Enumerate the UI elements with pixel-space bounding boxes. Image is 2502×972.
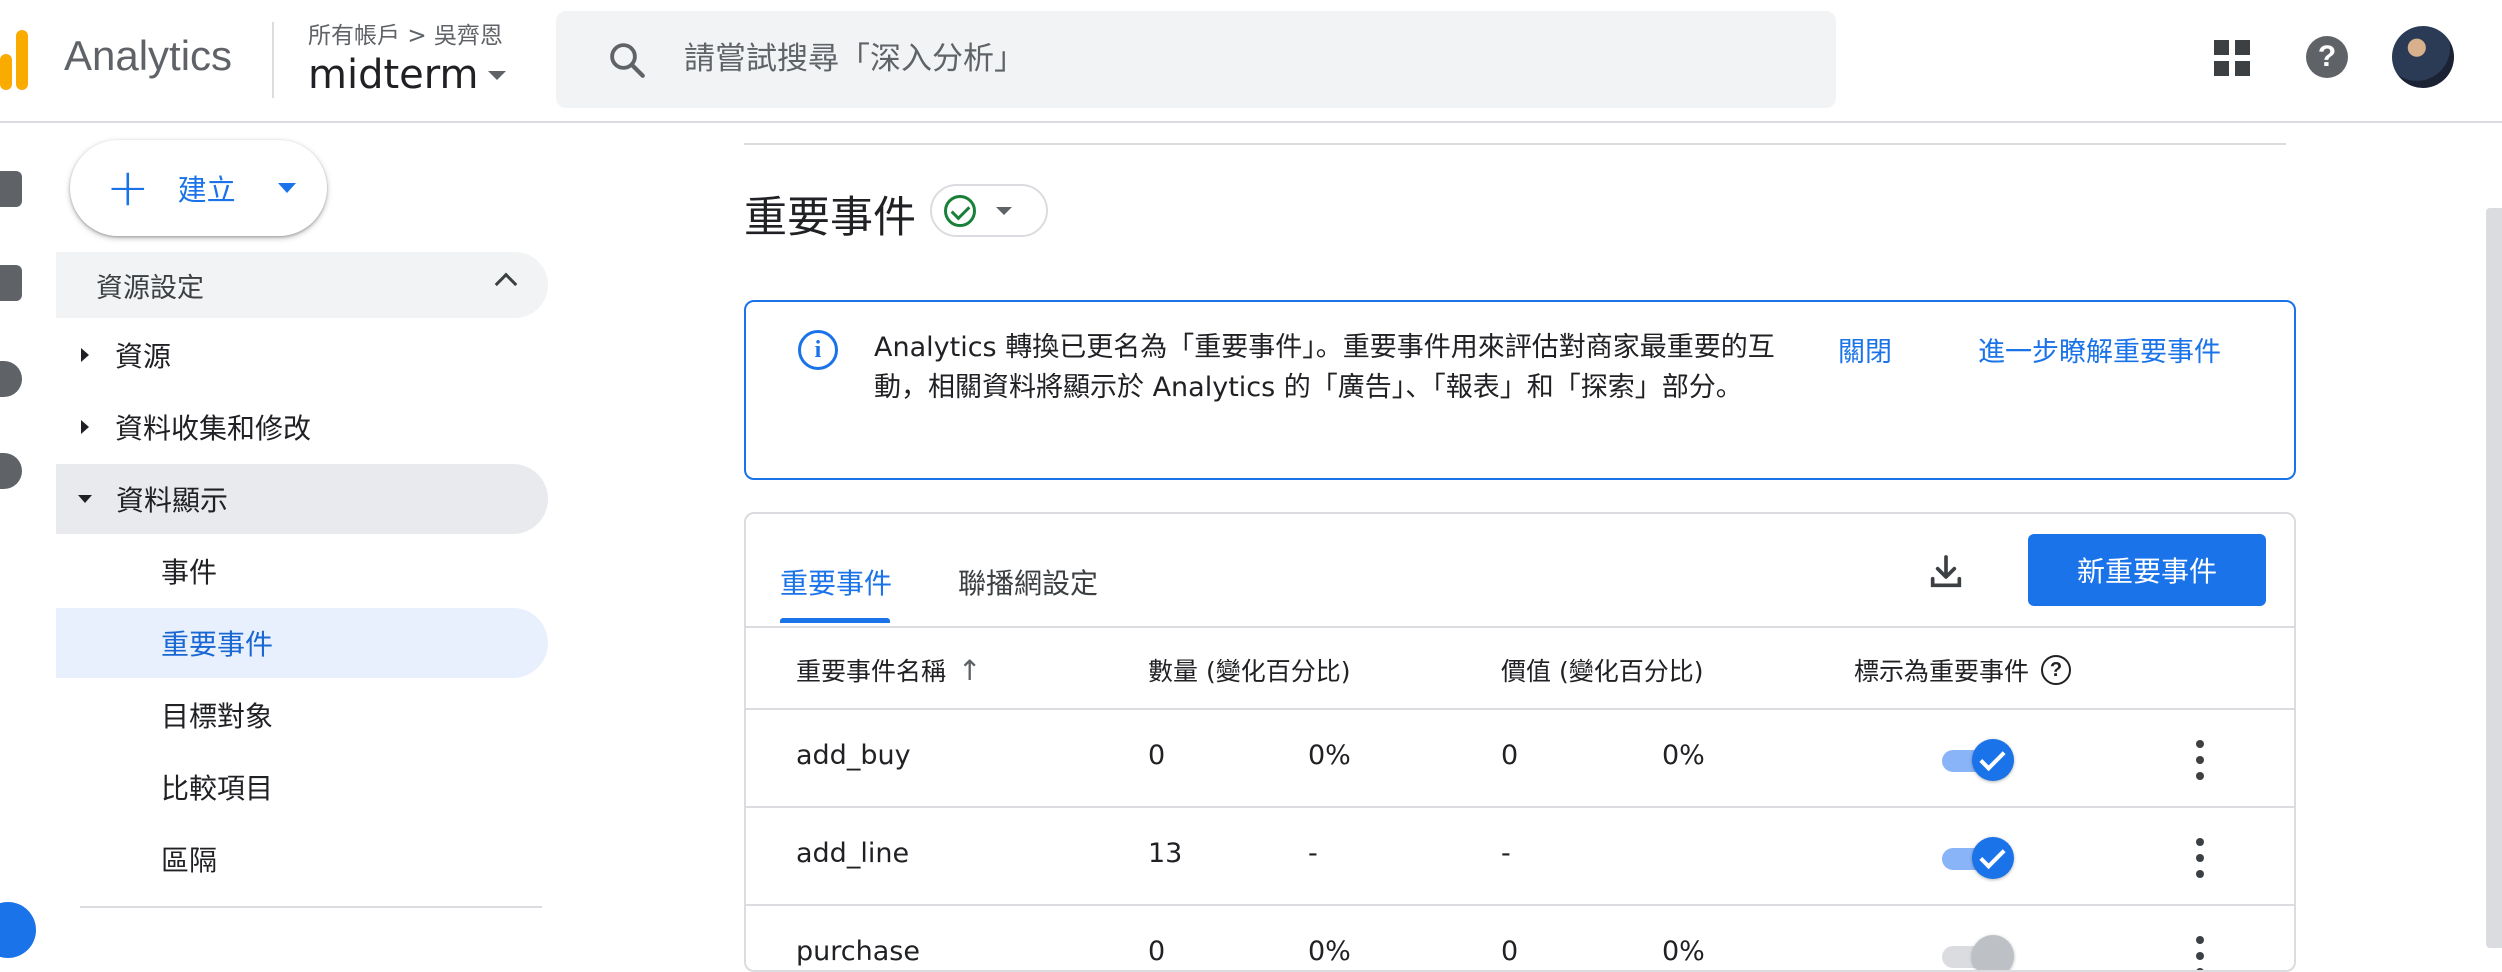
scrollbar[interactable] bbox=[2486, 208, 2502, 948]
new-key-event-button[interactable]: 新重要事件 bbox=[2028, 534, 2266, 606]
cell-value: 0 bbox=[1501, 740, 1519, 771]
sidebar-subitem-events[interactable]: 事件 bbox=[56, 536, 548, 606]
sidebar-subitem-key-events[interactable]: 重要事件 bbox=[56, 608, 548, 678]
sort-ascending-icon: ↑ bbox=[958, 653, 982, 687]
cell-count: 13 bbox=[1148, 838, 1183, 869]
cell-count: 0 bbox=[1148, 936, 1166, 967]
dismiss-link[interactable]: 關閉 bbox=[1838, 330, 1892, 369]
advertising-icon[interactable] bbox=[0, 453, 22, 489]
breadcrumb-account[interactable]: 吳齊恩 bbox=[434, 23, 503, 49]
column-header-mark: 標示為重要事件 ? bbox=[1854, 652, 2072, 688]
expand-arrow-icon bbox=[81, 420, 89, 434]
search-bar[interactable] bbox=[556, 11, 1836, 108]
check-icon bbox=[1972, 739, 2014, 781]
sidebar-item-label: 資源 bbox=[115, 340, 172, 373]
more-vert-icon[interactable] bbox=[2195, 740, 2205, 780]
help-circle-icon[interactable]: ? bbox=[2041, 655, 2072, 685]
chevron-down-icon bbox=[996, 206, 1012, 215]
sidebar-divider bbox=[80, 906, 542, 908]
cell-event-name: add_line bbox=[796, 838, 910, 869]
top-bar: Analytics 所有帳戶 > 吳齊恩 midterm ? bbox=[0, 0, 2502, 123]
sidebar-item-label: 資料顯示 bbox=[116, 484, 229, 517]
column-header-label: 標示為重要事件 bbox=[1854, 657, 2030, 686]
more-vert-icon[interactable] bbox=[2195, 838, 2205, 878]
cell-value: 0 bbox=[1501, 936, 1519, 967]
cell-count-change: - bbox=[1308, 838, 1318, 869]
chevron-up-icon bbox=[494, 272, 518, 296]
cell-event-name: add_buy bbox=[796, 740, 911, 771]
column-header-label: 重要事件名稱 bbox=[796, 657, 947, 686]
explore-icon[interactable] bbox=[0, 361, 22, 397]
section-title: 資源設定 bbox=[96, 272, 204, 304]
help-icon[interactable]: ? bbox=[2306, 36, 2348, 78]
expand-arrow-icon bbox=[81, 348, 89, 362]
left-rail bbox=[0, 123, 55, 948]
sidebar-item-data-display[interactable]: 資料顯示 bbox=[56, 464, 548, 534]
chevron-down-icon bbox=[488, 70, 507, 80]
sidebar-subitem-audiences[interactable]: 目標對象 bbox=[56, 680, 548, 750]
header-divider bbox=[272, 22, 274, 98]
table-divider bbox=[746, 708, 2294, 710]
info-banner: i Analytics 轉換已更名為「重要事件」。重要事件用來評估對商家最重要的… bbox=[744, 300, 2296, 480]
content-divider bbox=[744, 143, 2286, 145]
property-selector[interactable]: midterm bbox=[308, 52, 507, 98]
cell-count-change: 0% bbox=[1308, 740, 1351, 771]
sidebar-item-data-collection[interactable]: 資料收集和修改 bbox=[56, 392, 548, 462]
avatar[interactable] bbox=[2392, 26, 2454, 88]
active-tab-indicator bbox=[780, 618, 890, 623]
status-chip[interactable] bbox=[930, 184, 1048, 237]
table-divider bbox=[746, 904, 2294, 906]
column-header-count[interactable]: 數量 (變化百分比) bbox=[1148, 652, 1350, 688]
reports-icon[interactable] bbox=[0, 265, 22, 301]
app-title: Analytics bbox=[64, 32, 233, 79]
info-icon: i bbox=[798, 330, 838, 370]
property-name: midterm bbox=[308, 52, 479, 98]
check-icon bbox=[1972, 837, 2014, 879]
home-icon[interactable] bbox=[0, 171, 22, 207]
breadcrumb-separator: > bbox=[407, 23, 427, 49]
table-divider bbox=[746, 806, 2294, 808]
more-vert-icon[interactable] bbox=[2195, 936, 2205, 970]
page-title: 重要事件 bbox=[744, 193, 916, 243]
analytics-logo[interactable] bbox=[0, 30, 30, 90]
cell-event-name: purchase bbox=[796, 936, 920, 967]
search-input[interactable] bbox=[684, 37, 1784, 81]
table-divider bbox=[746, 626, 2294, 628]
sidebar-subitem-segments[interactable]: 區隔 bbox=[56, 824, 548, 894]
search-icon bbox=[610, 43, 645, 78]
breadcrumb[interactable]: 所有帳戶 > 吳齊恩 bbox=[308, 16, 503, 50]
key-events-card: 重要事件 聯播網設定 新重要事件 重要事件名稱 ↑ 數量 (變化百分比) 價值 … bbox=[744, 512, 2296, 972]
create-label: 建立 bbox=[177, 173, 236, 207]
banner-text: Analytics 轉換已更名為「重要事件」。重要事件用來評估對商家最重要的互動… bbox=[874, 332, 1775, 403]
sidebar-subitem-comparisons[interactable]: 比較項目 bbox=[56, 752, 548, 822]
collapse-arrow-icon bbox=[78, 495, 92, 503]
cell-value-change: 0% bbox=[1662, 936, 1705, 967]
tab-key-events[interactable]: 重要事件 bbox=[780, 562, 892, 602]
breadcrumb-root[interactable]: 所有帳戶 bbox=[308, 23, 400, 49]
tab-network-settings[interactable]: 聯播網設定 bbox=[958, 562, 1098, 602]
cell-count: 0 bbox=[1148, 740, 1166, 771]
apps-grid-icon[interactable] bbox=[2214, 40, 2250, 76]
sidebar-item-property[interactable]: 資源 bbox=[56, 320, 548, 390]
check-circle-icon bbox=[944, 194, 976, 227]
key-event-toggle[interactable] bbox=[1942, 932, 2016, 970]
sidebar-item-label: 資料收集和修改 bbox=[115, 412, 312, 445]
download-icon[interactable] bbox=[1926, 552, 1966, 592]
plus-icon: + bbox=[106, 158, 150, 218]
learn-more-link[interactable]: 進一步瞭解重要事件 bbox=[1978, 330, 2221, 369]
create-button[interactable]: + 建立 bbox=[70, 140, 327, 236]
key-event-toggle[interactable] bbox=[1942, 736, 2016, 782]
sidebar-section-property-settings[interactable]: 資源設定 bbox=[56, 252, 548, 318]
cell-value-change: 0% bbox=[1662, 740, 1705, 771]
column-header-name[interactable]: 重要事件名稱 ↑ bbox=[796, 652, 981, 688]
key-event-toggle[interactable] bbox=[1942, 834, 2016, 880]
column-header-value[interactable]: 價值 (變化百分比) bbox=[1501, 652, 1703, 688]
cell-count-change: 0% bbox=[1308, 936, 1351, 967]
cell-value: - bbox=[1501, 838, 1511, 869]
chevron-down-icon bbox=[277, 183, 296, 193]
